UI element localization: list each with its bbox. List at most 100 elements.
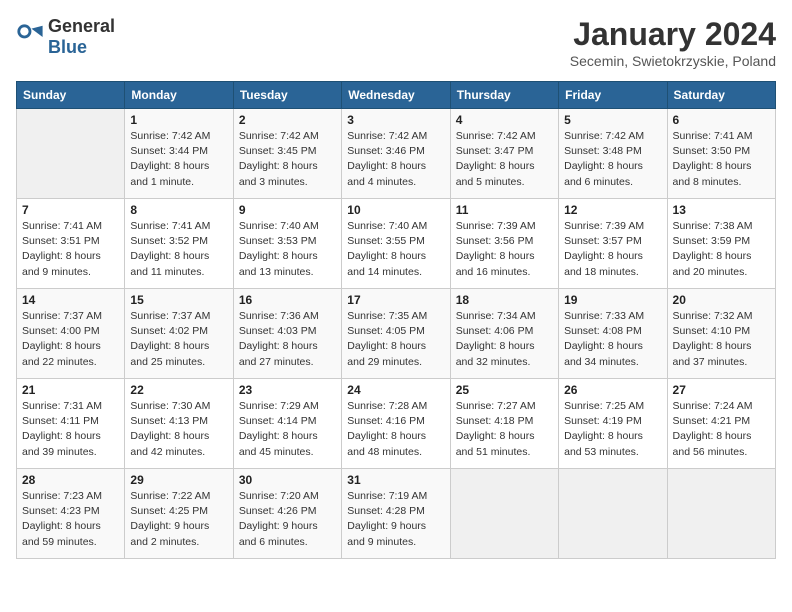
calendar-cell: 11 Sunrise: 7:39 AM Sunset: 3:56 PM Dayli… [450, 199, 558, 289]
day-number: 9 [239, 203, 336, 217]
week-row-4: 21 Sunrise: 7:31 AM Sunset: 4:11 PM Dayli… [17, 379, 776, 469]
week-row-3: 14Sunrise: 7:37 AM Sunset: 4:00 PM Dayli… [17, 289, 776, 379]
calendar-cell: 1Sunrise: 7:42 AM Sunset: 3:44 PM Daylig… [125, 109, 233, 199]
day-number: 15 [130, 293, 227, 307]
calendar-cell: 3Sunrise: 7:42 AM Sunset: 3:46 PM Daylig… [342, 109, 450, 199]
day-number: 25 [456, 383, 553, 397]
week-row-2: 7 Sunrise: 7:41 AM Sunset: 3:51 PM Daylig… [17, 199, 776, 289]
calendar-cell: 28 Sunrise: 7:23 AM Sunset: 4:23 PM Dayli… [17, 469, 125, 559]
day-info: Sunrise: 7:41 AM Sunset: 3:51 PM Dayligh… [22, 219, 119, 280]
logo-blue-text: Blue [48, 37, 87, 57]
weekday-header-saturday: Saturday [667, 82, 775, 109]
calendar-cell: 22Sunrise: 7:30 AM Sunset: 4:13 PM Dayli… [125, 379, 233, 469]
day-info: Sunrise: 7:41 AM Sunset: 3:50 PM Dayligh… [673, 129, 770, 190]
day-number: 28 [22, 473, 119, 487]
calendar-cell: 23 Sunrise: 7:29 AM Sunset: 4:14 PM Dayli… [233, 379, 341, 469]
day-number: 21 [22, 383, 119, 397]
day-info: Sunrise: 7:41 AM Sunset: 3:52 PM Dayligh… [130, 219, 227, 280]
day-info: Sunrise: 7:40 AM Sunset: 3:53 PM Dayligh… [239, 219, 336, 280]
calendar-cell: 6Sunrise: 7:41 AM Sunset: 3:50 PM Daylig… [667, 109, 775, 199]
day-info: Sunrise: 7:42 AM Sunset: 3:48 PM Dayligh… [564, 129, 661, 190]
calendar-cell: 26Sunrise: 7:25 AM Sunset: 4:19 PM Dayli… [559, 379, 667, 469]
calendar-cell: 9 Sunrise: 7:40 AM Sunset: 3:53 PM Daylig… [233, 199, 341, 289]
weekday-header-friday: Friday [559, 82, 667, 109]
day-info: Sunrise: 7:22 AM Sunset: 4:25 PM Dayligh… [130, 489, 227, 550]
day-info: Sunrise: 7:30 AM Sunset: 4:13 PM Dayligh… [130, 399, 227, 460]
calendar-cell: 30Sunrise: 7:20 AM Sunset: 4:26 PM Dayli… [233, 469, 341, 559]
day-number: 8 [130, 203, 227, 217]
calendar-cell: 8 Sunrise: 7:41 AM Sunset: 3:52 PM Daylig… [125, 199, 233, 289]
day-info: Sunrise: 7:23 AM Sunset: 4:23 PM Dayligh… [22, 489, 119, 550]
day-info: Sunrise: 7:36 AM Sunset: 4:03 PM Dayligh… [239, 309, 336, 370]
logo-general-text: General [48, 16, 115, 36]
day-info: Sunrise: 7:29 AM Sunset: 4:14 PM Dayligh… [239, 399, 336, 460]
day-info: Sunrise: 7:19 AM Sunset: 4:28 PM Dayligh… [347, 489, 444, 550]
calendar-cell: 16 Sunrise: 7:36 AM Sunset: 4:03 PM Dayli… [233, 289, 341, 379]
day-number: 27 [673, 383, 770, 397]
day-info: Sunrise: 7:40 AM Sunset: 3:55 PM Dayligh… [347, 219, 444, 280]
title-block: January 2024 Secemin, Swietokrzyskie, Po… [570, 16, 776, 69]
day-number: 7 [22, 203, 119, 217]
day-info: Sunrise: 7:32 AM Sunset: 4:10 PM Dayligh… [673, 309, 770, 370]
calendar-cell: 27 Sunrise: 7:24 AM Sunset: 4:21 PM Dayli… [667, 379, 775, 469]
day-number: 20 [673, 293, 770, 307]
day-number: 26 [564, 383, 661, 397]
page-header: General Blue January 2024 Secemin, Swiet… [16, 16, 776, 69]
logo: General Blue [16, 16, 115, 58]
day-info: Sunrise: 7:24 AM Sunset: 4:21 PM Dayligh… [673, 399, 770, 460]
calendar-cell: 20 Sunrise: 7:32 AM Sunset: 4:10 PM Dayli… [667, 289, 775, 379]
day-number: 24 [347, 383, 444, 397]
day-number: 18 [456, 293, 553, 307]
weekday-header-wednesday: Wednesday [342, 82, 450, 109]
day-number: 10 [347, 203, 444, 217]
day-number: 11 [456, 203, 553, 217]
weekday-header-tuesday: Tuesday [233, 82, 341, 109]
weekday-header-sunday: Sunday [17, 82, 125, 109]
weekday-header-monday: Monday [125, 82, 233, 109]
day-info: Sunrise: 7:27 AM Sunset: 4:18 PM Dayligh… [456, 399, 553, 460]
calendar-cell: 14Sunrise: 7:37 AM Sunset: 4:00 PM Dayli… [17, 289, 125, 379]
day-number: 23 [239, 383, 336, 397]
calendar-cell: 24Sunrise: 7:28 AM Sunset: 4:16 PM Dayli… [342, 379, 450, 469]
day-info: Sunrise: 7:38 AM Sunset: 3:59 PM Dayligh… [673, 219, 770, 280]
calendar-cell: 25 Sunrise: 7:27 AM Sunset: 4:18 PM Dayli… [450, 379, 558, 469]
day-number: 17 [347, 293, 444, 307]
day-number: 19 [564, 293, 661, 307]
calendar-cell: 17 Sunrise: 7:35 AM Sunset: 4:05 PM Dayli… [342, 289, 450, 379]
calendar-cell [17, 109, 125, 199]
calendar-header: SundayMondayTuesdayWednesdayThursdayFrid… [17, 82, 776, 109]
calendar-cell [450, 469, 558, 559]
logo-icon [16, 23, 44, 51]
calendar-cell: 18 Sunrise: 7:34 AM Sunset: 4:06 PM Dayli… [450, 289, 558, 379]
day-number: 12 [564, 203, 661, 217]
calendar-cell: 31Sunrise: 7:19 AM Sunset: 4:28 PM Dayli… [342, 469, 450, 559]
day-number: 2 [239, 113, 336, 127]
day-number: 16 [239, 293, 336, 307]
weekday-header-thursday: Thursday [450, 82, 558, 109]
week-row-1: 1Sunrise: 7:42 AM Sunset: 3:44 PM Daylig… [17, 109, 776, 199]
day-info: Sunrise: 7:33 AM Sunset: 4:08 PM Dayligh… [564, 309, 661, 370]
calendar-cell [667, 469, 775, 559]
day-info: Sunrise: 7:42 AM Sunset: 3:45 PM Dayligh… [239, 129, 336, 190]
day-info: Sunrise: 7:42 AM Sunset: 3:47 PM Dayligh… [456, 129, 553, 190]
calendar-cell: 2 Sunrise: 7:42 AM Sunset: 3:45 PM Daylig… [233, 109, 341, 199]
calendar-title: January 2024 [570, 16, 776, 53]
day-number: 14 [22, 293, 119, 307]
calendar-cell: 4Sunrise: 7:42 AM Sunset: 3:47 PM Daylig… [450, 109, 558, 199]
calendar-cell: 12 Sunrise: 7:39 AM Sunset: 3:57 PM Dayli… [559, 199, 667, 289]
week-row-5: 28 Sunrise: 7:23 AM Sunset: 4:23 PM Dayli… [17, 469, 776, 559]
calendar-table: SundayMondayTuesdayWednesdayThursdayFrid… [16, 81, 776, 559]
calendar-cell: 15Sunrise: 7:37 AM Sunset: 4:02 PM Dayli… [125, 289, 233, 379]
calendar-cell: 21 Sunrise: 7:31 AM Sunset: 4:11 PM Dayli… [17, 379, 125, 469]
day-info: Sunrise: 7:35 AM Sunset: 4:05 PM Dayligh… [347, 309, 444, 370]
calendar-subtitle: Secemin, Swietokrzyskie, Poland [570, 53, 776, 69]
day-info: Sunrise: 7:39 AM Sunset: 3:57 PM Dayligh… [564, 219, 661, 280]
calendar-cell: 10 Sunrise: 7:40 AM Sunset: 3:55 PM Dayli… [342, 199, 450, 289]
day-info: Sunrise: 7:34 AM Sunset: 4:06 PM Dayligh… [456, 309, 553, 370]
day-info: Sunrise: 7:42 AM Sunset: 3:44 PM Dayligh… [130, 129, 227, 190]
day-info: Sunrise: 7:31 AM Sunset: 4:11 PM Dayligh… [22, 399, 119, 460]
calendar-cell [559, 469, 667, 559]
day-info: Sunrise: 7:20 AM Sunset: 4:26 PM Dayligh… [239, 489, 336, 550]
calendar-cell: 7 Sunrise: 7:41 AM Sunset: 3:51 PM Daylig… [17, 199, 125, 289]
day-info: Sunrise: 7:39 AM Sunset: 3:56 PM Dayligh… [456, 219, 553, 280]
